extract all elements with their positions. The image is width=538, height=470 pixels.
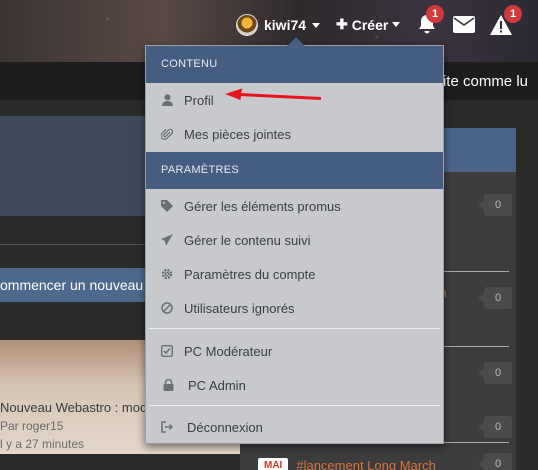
menu-item-followed[interactable]: Gérer le contenu suivi: [146, 223, 443, 257]
user-icon: [160, 93, 174, 107]
post-time: l y a 27 minutes: [0, 437, 85, 451]
menu-item-label: Paramètres du compte: [184, 266, 316, 282]
menu-item-logout[interactable]: Déconnexion: [146, 410, 443, 444]
ban-icon: [160, 301, 174, 315]
lock-icon: [161, 378, 175, 392]
menu-item-account-settings[interactable]: Paramètres du compte: [146, 257, 443, 291]
menu-item-label: Mes pièces jointes: [184, 126, 291, 142]
mark-read-link[interactable]: site comme lu: [435, 73, 528, 90]
section-header-content: CONTENU: [146, 46, 443, 83]
menu-item-admin-panel[interactable]: PC Admin: [146, 368, 443, 402]
topic-row[interactable]: MAI #lancement Long March: [258, 458, 436, 470]
notifications-badge: 1: [426, 5, 444, 23]
reply-count: 0: [478, 194, 512, 216]
menu-item-label: Profil: [184, 92, 214, 108]
menu-item-moderator-panel[interactable]: PC Modérateur: [146, 334, 443, 368]
menu-item-label: Utilisateurs ignorés: [184, 300, 295, 316]
sign-out-icon: [160, 420, 174, 434]
date-tag: MAI: [258, 458, 289, 470]
plus-icon: ✚: [336, 16, 348, 32]
paperclip-icon: [160, 127, 174, 141]
create-menu-button[interactable]: ✚ Créer: [336, 16, 401, 33]
messages-button[interactable]: [453, 16, 475, 38]
username: kiwi74: [264, 17, 307, 33]
check-square-icon: [160, 344, 174, 358]
reply-count: 0: [478, 287, 512, 309]
post-title[interactable]: Nouveau Webastro : mod: [0, 400, 147, 415]
menu-item-label: Gérer les éléments promus: [184, 198, 341, 214]
menu-divider: [149, 405, 440, 406]
section-header-settings: PARAMÈTRES: [146, 152, 443, 189]
reply-count: 0: [478, 416, 512, 438]
user-menu-trigger[interactable]: kiwi74: [236, 14, 321, 36]
paper-plane-icon: [160, 233, 174, 247]
post-author: Par roger15: [0, 419, 64, 433]
menu-item-label: PC Modérateur: [184, 343, 273, 359]
menu-item-promoted[interactable]: Gérer les éléments promus: [146, 189, 443, 223]
menu-item-label: PC Admin: [188, 377, 246, 393]
user-dropdown-menu: CONTENU Profil Mes pièces jointes PARAMÈ…: [145, 37, 444, 444]
create-label: Créer: [351, 16, 389, 33]
menu-divider: [149, 328, 440, 329]
reply-count: 0: [478, 453, 512, 470]
gear-icon: [160, 267, 174, 281]
alerts-badge: 1: [504, 5, 522, 23]
menu-item-attachments[interactable]: Mes pièces jointes: [146, 117, 443, 151]
avatar: [236, 14, 258, 36]
topic-link[interactable]: #lancement Long March: [296, 458, 435, 470]
chevron-down-icon: [312, 22, 321, 28]
chevron-down-icon: [392, 22, 401, 27]
reply-count: 0: [478, 362, 512, 384]
new-topic-button[interactable]: ommencer un nouveau s: [0, 268, 160, 302]
menu-item-ignored-users[interactable]: Utilisateurs ignorés: [146, 291, 443, 325]
tag-icon: [160, 199, 174, 213]
menu-item-label: Gérer le contenu suivi: [184, 232, 311, 248]
envelope-icon: [453, 16, 475, 33]
annotation-arrow-icon: [225, 88, 321, 100]
menu-item-label: Déconnexion: [187, 419, 263, 435]
